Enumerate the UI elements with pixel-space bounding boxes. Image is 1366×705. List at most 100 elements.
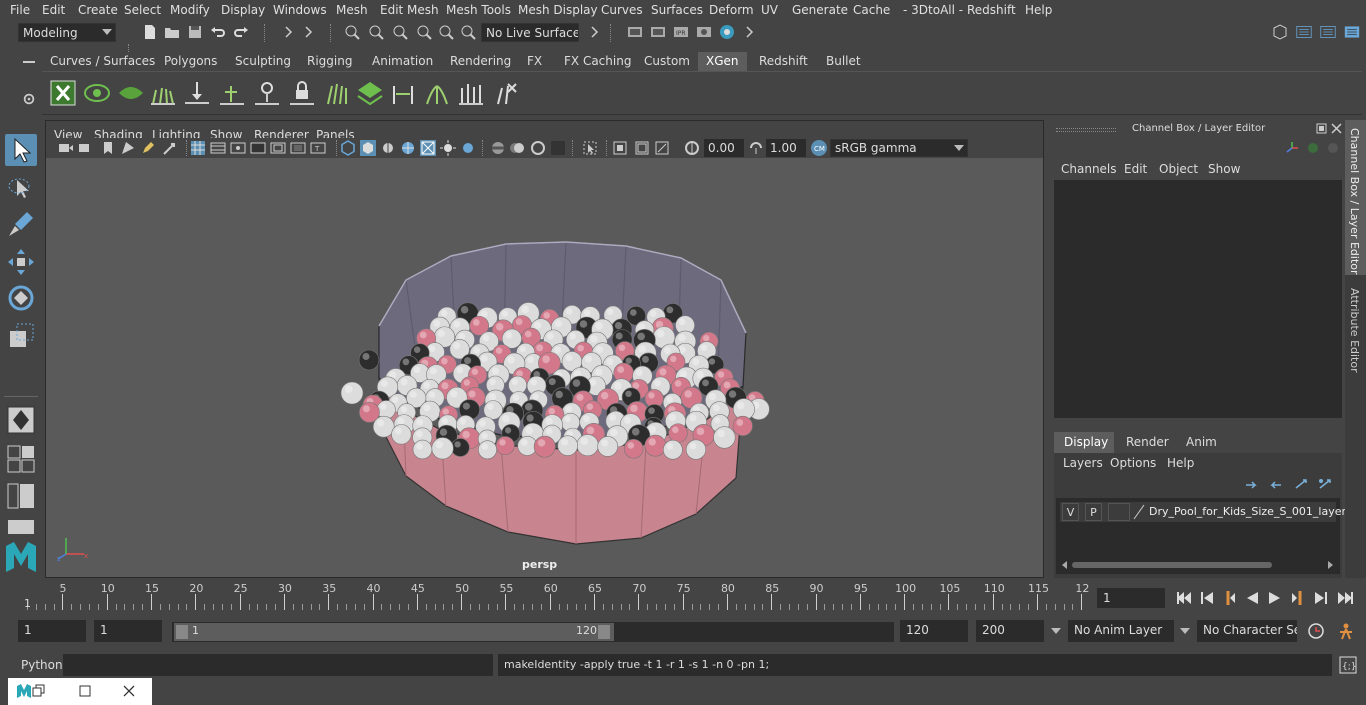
command-input[interactable] — [63, 654, 493, 676]
snap-point-icon[interactable] — [392, 24, 408, 40]
shelf-tab-rendering[interactable]: Rendering — [442, 52, 520, 71]
render-settings-icon[interactable] — [696, 24, 712, 40]
new-layer-icon[interactable] — [1293, 477, 1309, 491]
restore-icon[interactable] — [32, 684, 46, 698]
step-forward-key-icon[interactable] — [1290, 590, 1306, 606]
layer-row[interactable]: V P Dry_Pool_for_Kids_Size_S_001_layer — [1060, 502, 1346, 522]
rotate-tool-icon[interactable] — [5, 282, 37, 314]
menu-create[interactable]: Create — [78, 3, 118, 17]
menu-3dtoall[interactable]: - 3DtoAll - — [903, 3, 963, 17]
shadows-icon[interactable] — [460, 140, 476, 156]
graph-layout-icon[interactable] — [6, 518, 36, 536]
shelf-tab-animation[interactable]: Animation — [364, 52, 442, 71]
cb-menu-channels[interactable]: Channels — [1061, 162, 1117, 176]
snap-curve-icon[interactable] — [368, 24, 384, 40]
new-layer-selected-icon[interactable] — [1317, 477, 1333, 491]
snap-live-icon[interactable] — [460, 24, 476, 40]
manipulator-icon[interactable] — [1284, 140, 1300, 156]
gamma-field[interactable]: 1.00 — [766, 139, 806, 157]
expand-arrow-icon[interactable] — [280, 24, 296, 40]
wireframe-on-shaded-icon[interactable] — [400, 140, 416, 156]
smooth-shade-icon[interactable] — [360, 140, 376, 156]
scale-tool-icon[interactable] — [5, 320, 37, 352]
xgen-lock-icon[interactable] — [287, 78, 317, 108]
xgen-description-icon[interactable] — [116, 78, 146, 108]
menu-mesh-tools[interactable]: Mesh Tools — [446, 3, 511, 17]
go-to-end-icon[interactable] — [1336, 590, 1354, 606]
step-back-key-icon[interactable] — [1221, 590, 1237, 606]
menu-uv[interactable]: UV — [761, 3, 778, 17]
range-slider-bar[interactable]: 1 120 — [174, 623, 614, 641]
close-icon[interactable] — [122, 684, 136, 698]
layer-visibility-toggle[interactable]: V — [1062, 503, 1079, 521]
isolate-select-icon[interactable] — [582, 140, 598, 156]
expand-arrow-icon[interactable] — [741, 24, 757, 40]
side-tab-channel-box[interactable]: Channel Box / Layer Editor — [1345, 120, 1366, 275]
layer-playback-toggle[interactable]: P — [1085, 503, 1102, 521]
hypershade-icon[interactable] — [719, 24, 735, 40]
channel-box-list[interactable] — [1054, 180, 1342, 418]
shelf-tab-fx-caching[interactable]: FX Caching — [556, 52, 640, 71]
outliner-layout-icon[interactable] — [6, 482, 36, 510]
lasso-tool-icon[interactable] — [5, 172, 37, 204]
layer-menu-options[interactable]: Options — [1110, 456, 1156, 470]
use-all-lights-icon[interactable] — [440, 140, 456, 156]
field-chart-icon[interactable] — [270, 140, 286, 156]
color-space-select[interactable]: sRGB gamma — [830, 139, 968, 157]
menu-deform[interactable]: Deform — [709, 3, 754, 17]
undo-icon[interactable] — [210, 24, 226, 40]
screen-space-ao-icon[interactable] — [490, 140, 506, 156]
script-editor-icon[interactable]: {;} — [1339, 656, 1357, 674]
resolution-gate-icon[interactable] — [230, 140, 246, 156]
frame-selected-icon[interactable] — [612, 140, 628, 156]
grease-pencil-icon[interactable] — [140, 140, 156, 156]
color-management-icon[interactable]: CM — [810, 139, 828, 157]
step-forward-icon[interactable] — [1313, 590, 1329, 606]
cb-menu-object[interactable]: Object — [1159, 162, 1198, 176]
snap-surface-icon[interactable] — [438, 24, 454, 40]
toggle-hud-icon[interactable] — [654, 140, 670, 156]
2d-pan-icon[interactable] — [162, 140, 178, 156]
chevron-down-icon[interactable] — [1180, 628, 1190, 634]
layer-menu-layers[interactable]: Layers — [1063, 456, 1103, 470]
scroll-left-icon[interactable] — [1062, 561, 1067, 569]
single-pane-layout-icon[interactable] — [5, 404, 37, 436]
motion-blur-icon[interactable] — [510, 140, 526, 156]
layer-type-toggle[interactable] — [1108, 503, 1130, 521]
ipr-render-icon[interactable]: IPR — [673, 24, 689, 40]
exposure-field[interactable]: 0.00 — [704, 139, 744, 157]
layer-color-swatch-icon[interactable] — [1132, 504, 1146, 520]
character-set-select[interactable]: No Character Set — [1197, 620, 1297, 642]
layer-name[interactable]: Dry_Pool_for_Kids_Size_S_001_layer — [1149, 505, 1346, 518]
camera-attr-icon[interactable] — [78, 140, 94, 156]
anim-layer-select[interactable]: No Anim Layer — [1068, 620, 1174, 642]
float-panel-icon[interactable] — [1316, 123, 1327, 134]
xgen-grid-icon[interactable] — [355, 78, 385, 108]
shelf-tab-fx[interactable]: FX — [519, 52, 551, 71]
menu-edit-mesh[interactable]: Edit Mesh — [380, 3, 439, 17]
xgen-place-icon[interactable] — [182, 78, 212, 108]
tool-settings-icon[interactable] — [1320, 24, 1336, 40]
range-start-handle[interactable] — [176, 625, 188, 639]
shelf-tab-custom[interactable]: Custom — [636, 52, 698, 71]
tab-render[interactable]: Render — [1116, 432, 1172, 453]
xgen-scale-icon[interactable] — [388, 78, 418, 108]
menu-select[interactable]: Select — [124, 3, 161, 17]
default-material-icon[interactable] — [380, 140, 396, 156]
snap-grid-icon[interactable] — [344, 24, 360, 40]
go-to-start-icon[interactable] — [1175, 590, 1193, 606]
move-tool-icon[interactable] — [5, 246, 37, 278]
save-scene-icon[interactable] — [187, 24, 203, 40]
xgen-comb-icon[interactable] — [322, 78, 352, 108]
menu-surfaces[interactable]: Surfaces — [651, 3, 703, 17]
xray-toggle-icon[interactable] — [420, 140, 436, 156]
channel-box-icon[interactable] — [1344, 24, 1360, 40]
play-forwards-icon[interactable] — [1267, 590, 1283, 606]
auto-key-icon[interactable] — [1307, 622, 1325, 640]
range-end-handle[interactable] — [598, 625, 610, 639]
render-frame-icon[interactable] — [627, 24, 643, 40]
four-pane-layout-icon[interactable] — [6, 444, 36, 474]
grid-toggle-icon[interactable] — [190, 140, 206, 156]
shelf-tab-redshift[interactable]: Redshift — [751, 52, 816, 71]
safe-title-icon[interactable]: T — [310, 140, 326, 156]
